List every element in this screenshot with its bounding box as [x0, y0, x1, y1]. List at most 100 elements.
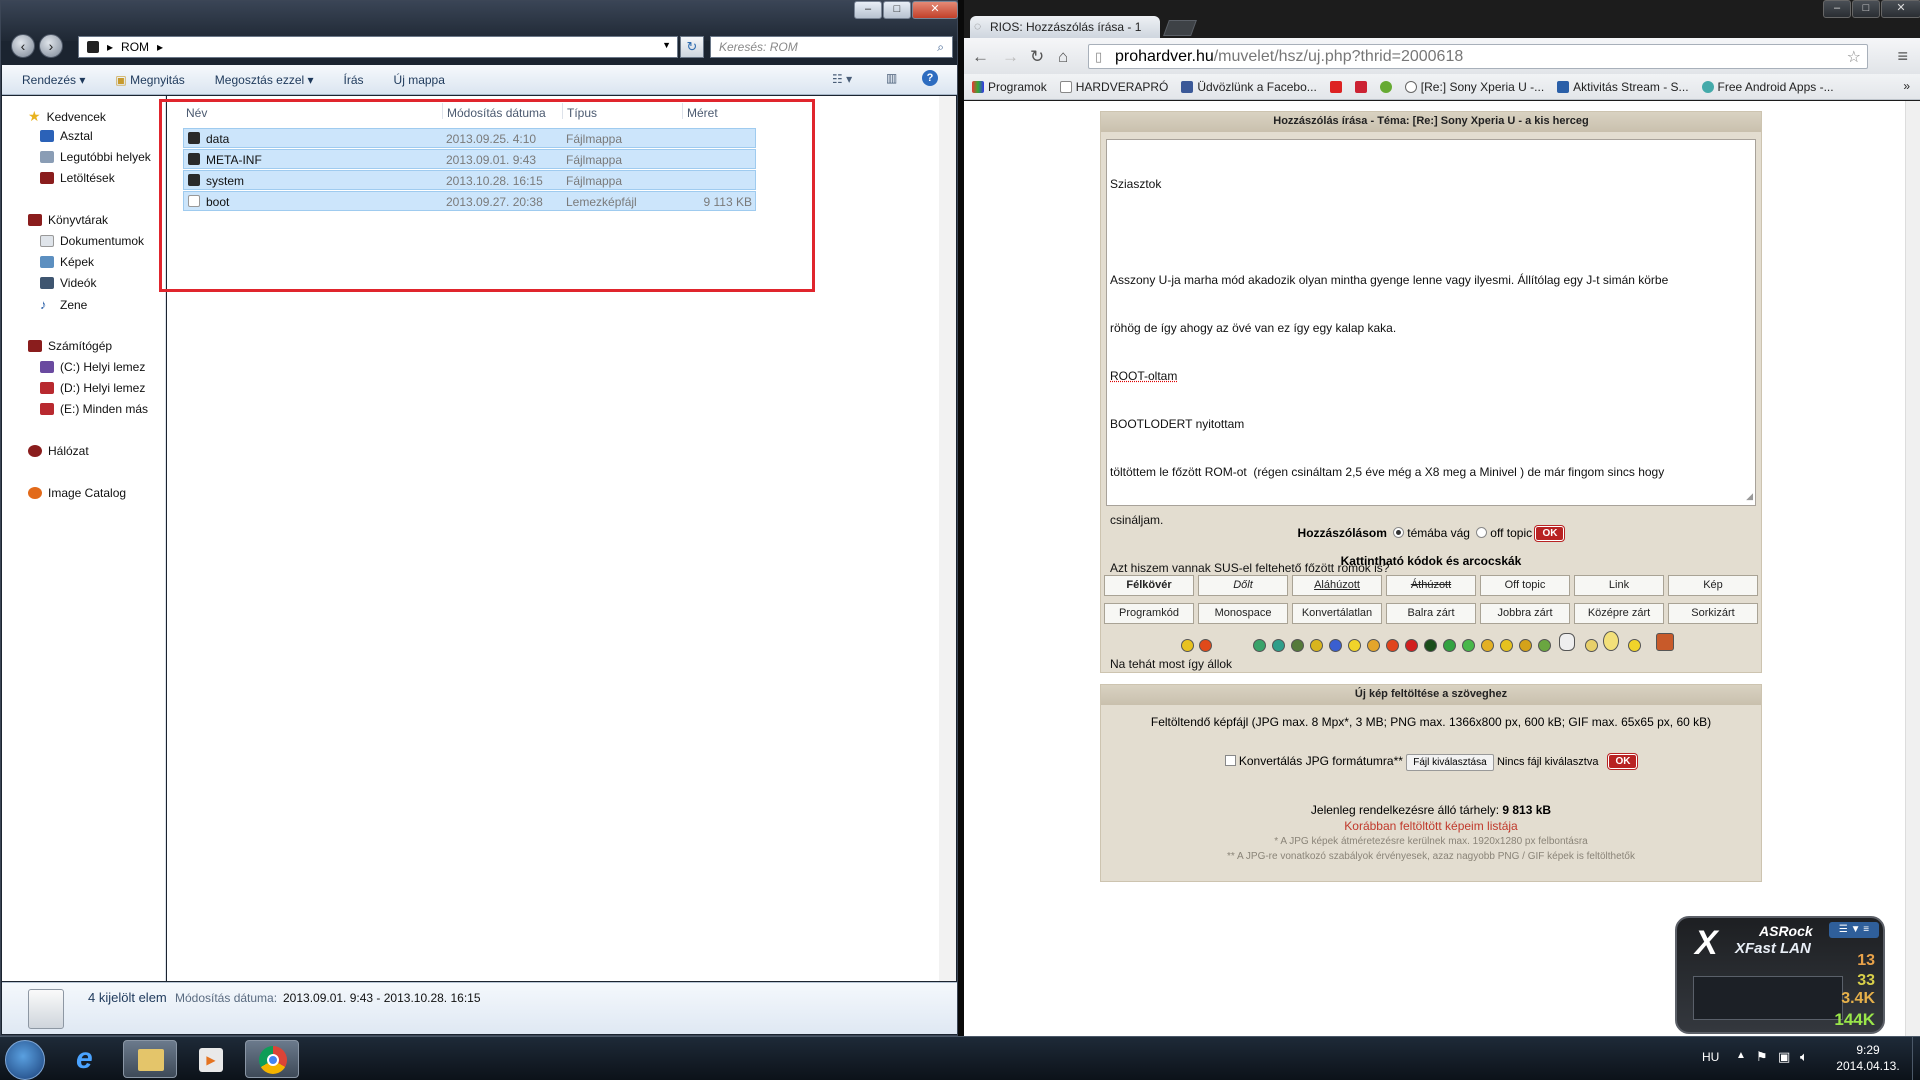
nav-drive-c[interactable]: (C:) Helyi lemez — [40, 360, 145, 374]
align-left-button[interactable]: Balra zárt — [1386, 603, 1476, 624]
clock[interactable]: 9:29 2014.04.13. — [1828, 1042, 1908, 1074]
minimize-button[interactable]: – — [1823, 0, 1851, 18]
help-icon[interactable]: ? — [922, 70, 938, 86]
url-bar[interactable]: ▯ prohardver.hu/muvelet/hsz/uj.php?thrid… — [1088, 44, 1868, 69]
open-button[interactable]: ▣ Megnyitás — [115, 73, 184, 87]
restore-button[interactable]: □ — [1852, 0, 1880, 18]
smiley-icon[interactable] — [1199, 639, 1212, 652]
maximize-button[interactable]: □ — [883, 1, 911, 19]
smiley-icon[interactable] — [1386, 639, 1399, 652]
nav-pictures[interactable]: Képek — [40, 255, 94, 269]
nav-recent-places[interactable]: Legutóbbi helyek — [40, 150, 151, 164]
smiley-icon[interactable] — [1291, 639, 1304, 652]
monospace-button[interactable]: Monospace — [1198, 603, 1288, 624]
align-right-button[interactable]: Jobbra zárt — [1480, 603, 1570, 624]
home-icon[interactable]: ⌂ — [1058, 47, 1068, 67]
bookmark-x[interactable] — [1329, 80, 1342, 93]
menu-icon[interactable]: ≡ — [1897, 46, 1908, 67]
bold-button[interactable]: Félkövér — [1104, 575, 1194, 596]
minimize-button[interactable]: – — [854, 1, 882, 19]
smiley-icon[interactable] — [1253, 639, 1266, 652]
nav-downloads[interactable]: Letöltések — [40, 171, 115, 185]
nav-network[interactable]: Hálózat — [28, 444, 89, 458]
widget-menu-icon[interactable]: ☰ ▼ ≡ — [1829, 922, 1879, 938]
burn-button[interactable]: Írás — [344, 73, 364, 87]
underline-button[interactable]: Aláhúzott — [1292, 575, 1382, 596]
back-arrow-icon[interactable]: ← — [972, 47, 989, 67]
link-button[interactable]: Link — [1574, 575, 1664, 596]
smiley-icon[interactable] — [1628, 639, 1641, 652]
smiley-icon[interactable] — [1462, 639, 1475, 652]
network-icon[interactable]: ▣ — [1778, 1049, 1790, 1065]
new-tab-button[interactable] — [1163, 20, 1197, 36]
vertical-scrollbar[interactable] — [1905, 101, 1920, 1036]
bookmark-facebook[interactable]: Üdvözlünk a Facebo... — [1181, 80, 1317, 94]
forward-button[interactable]: › — [39, 34, 63, 58]
convert-jpg-checkbox[interactable] — [1224, 755, 1236, 766]
smiley-icon[interactable] — [1443, 639, 1456, 652]
search-input[interactable]: Keresés: ROM ⌕ — [710, 36, 953, 58]
taskbar-internet-explorer[interactable]: e — [62, 1040, 116, 1078]
bookmark-programok[interactable]: Programok — [972, 80, 1047, 94]
reload-icon[interactable]: ↻ — [1030, 47, 1044, 67]
nav-videos[interactable]: Videók — [40, 276, 96, 290]
nav-documents[interactable]: Dokumentumok — [40, 234, 144, 248]
bookmark-green[interactable] — [1379, 80, 1392, 93]
smiley-icon[interactable] — [1500, 639, 1513, 652]
breadcrumb-rom[interactable]: ROM — [121, 40, 149, 54]
nav-drive-d[interactable]: (D:) Helyi lemez — [40, 381, 145, 395]
forward-arrow-icon[interactable]: → — [1002, 47, 1019, 67]
smiley-icon[interactable] — [1481, 639, 1494, 652]
volume-icon[interactable]: 🔈︎ — [1800, 1049, 1808, 1065]
submit-post-button[interactable]: OK — [1535, 526, 1565, 541]
bookmark-free-android[interactable]: Free Android Apps -... — [1701, 80, 1834, 94]
smiley-icon[interactable] — [1329, 639, 1342, 652]
smiley-icon[interactable] — [1348, 639, 1361, 652]
image-button[interactable]: Kép — [1668, 575, 1758, 596]
bookmarks-overflow-button[interactable]: » — [1903, 79, 1910, 93]
taskbar-media-player[interactable]: ▶ — [184, 1040, 238, 1078]
search-icon[interactable]: ⌕ — [937, 40, 944, 55]
taskbar-chrome[interactable] — [245, 1040, 299, 1078]
preview-pane-icon[interactable]: ▥ — [886, 71, 897, 85]
smiley-icon[interactable] — [1603, 631, 1619, 651]
back-button[interactable]: ‹ — [11, 34, 35, 58]
resize-handle-icon[interactable]: ◢ — [1746, 488, 1753, 504]
asrock-xfast-lan-widget[interactable]: ASRock XFast LAN X 13 33 3.4K 144K ☰ ▼ ≡ — [1675, 916, 1885, 1034]
close-button[interactable]: ✕ — [1881, 0, 1920, 18]
off-topic-button[interactable]: Off topic — [1480, 575, 1570, 596]
nav-computer[interactable]: Számítógép — [28, 339, 112, 353]
upload-ok-button[interactable]: OK — [1608, 754, 1638, 769]
nav-libraries[interactable]: Könyvtárak — [28, 213, 108, 227]
choose-file-button[interactable]: Fájl kiválasztása — [1406, 754, 1494, 771]
nav-music[interactable]: ♪ Zene — [40, 297, 87, 312]
language-indicator[interactable]: HU — [1702, 1050, 1719, 1064]
bookmark-aktivitas[interactable]: Aktivitás Stream - S... — [1557, 80, 1689, 94]
ghost-smiley-icon[interactable] — [1559, 633, 1575, 651]
close-button[interactable]: ✕ — [912, 1, 958, 19]
justify-button[interactable]: Sorkizárt — [1668, 603, 1758, 624]
nav-drive-e[interactable]: (E:) Minden más — [40, 402, 148, 416]
previous-uploads-link[interactable]: Korábban feltöltött képeim listája — [1101, 819, 1761, 833]
action-center-flag-icon[interactable]: ⚑ — [1756, 1049, 1768, 1065]
bookmark-hardverapro[interactable]: HARDVERAPRÓ — [1059, 80, 1168, 94]
smiley-icon[interactable] — [1585, 639, 1598, 652]
align-center-button[interactable]: Középre zárt — [1574, 603, 1664, 624]
code-button[interactable]: Programkód — [1104, 603, 1194, 624]
address-dropdown-icon[interactable]: ▼ — [662, 40, 671, 50]
organize-button[interactable]: Rendezés ▾ — [22, 73, 85, 87]
smiley-icon[interactable] — [1519, 639, 1532, 652]
italic-button[interactable]: Dőlt — [1198, 575, 1288, 596]
nav-desktop[interactable]: Asztal — [40, 129, 93, 143]
post-textarea[interactable]: Sziasztok Asszony U-ja marha mód akadozi… — [1106, 139, 1756, 671]
share-with-button[interactable]: Megosztás ezzel ▾ — [215, 73, 314, 87]
bookmark-red[interactable] — [1354, 80, 1367, 93]
nav-favorites[interactable]: ★ Kedvencek — [28, 108, 106, 125]
smiley-icon[interactable] — [1656, 633, 1674, 651]
new-folder-button[interactable]: Új mappa — [394, 73, 445, 87]
taskbar-explorer[interactable] — [123, 1040, 177, 1078]
radio-on-topic[interactable] — [1393, 527, 1405, 538]
smiley-icon[interactable] — [1405, 639, 1418, 652]
refresh-icon[interactable]: ↻ — [680, 36, 704, 58]
smiley-icon[interactable] — [1310, 639, 1323, 652]
